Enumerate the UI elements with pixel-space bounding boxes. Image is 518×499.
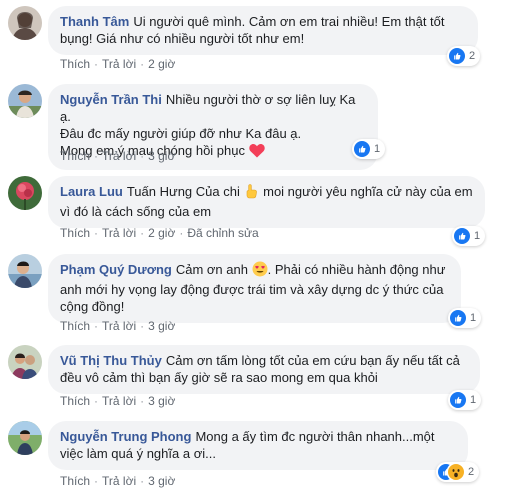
- like-link[interactable]: Thích: [60, 226, 90, 240]
- comment-bubble: Nguyễn Trung Phong Mong a ấy tìm đc người…: [48, 421, 468, 470]
- reaction-count[interactable]: 1: [352, 139, 386, 159]
- timestamp[interactable]: 2 giờ: [148, 226, 175, 240]
- avatar[interactable]: [8, 84, 42, 118]
- like-link[interactable]: Thích: [60, 394, 90, 408]
- reaction-number: 1: [474, 230, 481, 242]
- like-reaction-icon: [450, 392, 466, 408]
- reaction-number: 1: [470, 394, 477, 406]
- reply-link[interactable]: Trả lời: [102, 57, 136, 71]
- reaction-number: 2: [469, 50, 476, 62]
- comment-actions: Thích · Trả lời · 3 giờ: [60, 474, 176, 488]
- edited-label[interactable]: Đã chỉnh sửa: [187, 226, 258, 240]
- avatar[interactable]: [8, 176, 42, 210]
- timestamp[interactable]: 3 giờ: [148, 474, 175, 488]
- comment-author[interactable]: Thanh Tâm: [60, 14, 129, 29]
- comment-actions: Thích · Trả lời · 2 giờ · Đã chỉnh sửa: [60, 226, 259, 240]
- reaction-count[interactable]: 2: [436, 462, 480, 482]
- reaction-number: 1: [374, 143, 381, 155]
- heart-icon: [248, 143, 265, 162]
- like-reaction-icon: [354, 141, 370, 157]
- reaction-number: 2: [468, 466, 475, 478]
- timestamp[interactable]: 3 giờ: [148, 149, 175, 163]
- like-reaction-icon: [454, 228, 470, 244]
- heart-eyes-icon: [252, 261, 268, 281]
- avatar[interactable]: [8, 345, 42, 379]
- comment-bubble: Laura Luu Tuấn Hưng Của chi moi người yêu…: [48, 176, 485, 228]
- reaction-number: 1: [470, 312, 477, 324]
- reaction-count[interactable]: 1: [448, 390, 482, 410]
- reply-link[interactable]: Trả lời: [102, 226, 136, 240]
- comment-author[interactable]: Phạm Quý Dương: [60, 262, 172, 277]
- comment-actions: Thích · Trả lời · 3 giờ: [60, 149, 176, 163]
- pointing-hand-icon: [243, 183, 259, 203]
- timestamp[interactable]: 2 giờ: [148, 57, 175, 71]
- comment-text-line: Đâu đc mấy người giúp đỡ như Ka đâu ạ.: [60, 126, 302, 141]
- like-reaction-icon: [450, 310, 466, 326]
- like-link[interactable]: Thích: [60, 149, 90, 163]
- comment-bubble: Vũ Thị Thu Thủy Cảm ơn tấm lòng tốt của e…: [48, 345, 480, 394]
- comment-actions: Thích · Trả lời · 3 giờ: [60, 394, 176, 408]
- reply-link[interactable]: Trả lời: [102, 394, 136, 408]
- reaction-count[interactable]: 2: [447, 46, 481, 66]
- comment-bubble: Thanh Tâm Ui người quê mình. Cảm ơn em tr…: [48, 6, 478, 55]
- wow-reaction-icon: [448, 464, 464, 480]
- like-link[interactable]: Thích: [60, 474, 90, 488]
- comment-actions: Thích · Trả lời · 2 giờ: [60, 57, 176, 71]
- comment-author[interactable]: Nguyễn Trung Phong: [60, 429, 191, 444]
- reply-link[interactable]: Trả lời: [102, 319, 136, 333]
- avatar[interactable]: [8, 6, 42, 40]
- comment-author[interactable]: Laura Luu: [60, 184, 123, 199]
- comment-author[interactable]: Vũ Thị Thu Thủy: [60, 353, 162, 368]
- reaction-count[interactable]: 1: [448, 308, 482, 328]
- reply-link[interactable]: Trả lời: [102, 474, 136, 488]
- like-link[interactable]: Thích: [60, 319, 90, 333]
- like-link[interactable]: Thích: [60, 57, 90, 71]
- avatar[interactable]: [8, 254, 42, 288]
- timestamp[interactable]: 3 giờ: [148, 319, 175, 333]
- timestamp[interactable]: 3 giờ: [148, 394, 175, 408]
- reply-link[interactable]: Trả lời: [102, 149, 136, 163]
- like-reaction-icon: [449, 48, 465, 64]
- comment-actions: Thích · Trả lời · 3 giờ: [60, 319, 176, 333]
- comment-text: Tuấn Hưng Của chi: [126, 184, 240, 199]
- comment-bubble: Phạm Quý Dương Cảm ơn anh . Phải có nhiều…: [48, 254, 461, 323]
- avatar[interactable]: [8, 421, 42, 455]
- comment-author[interactable]: Nguyễn Trần Thi: [60, 92, 162, 107]
- comment-text: Cảm ơn anh: [175, 262, 248, 277]
- reaction-count[interactable]: 1: [452, 226, 486, 246]
